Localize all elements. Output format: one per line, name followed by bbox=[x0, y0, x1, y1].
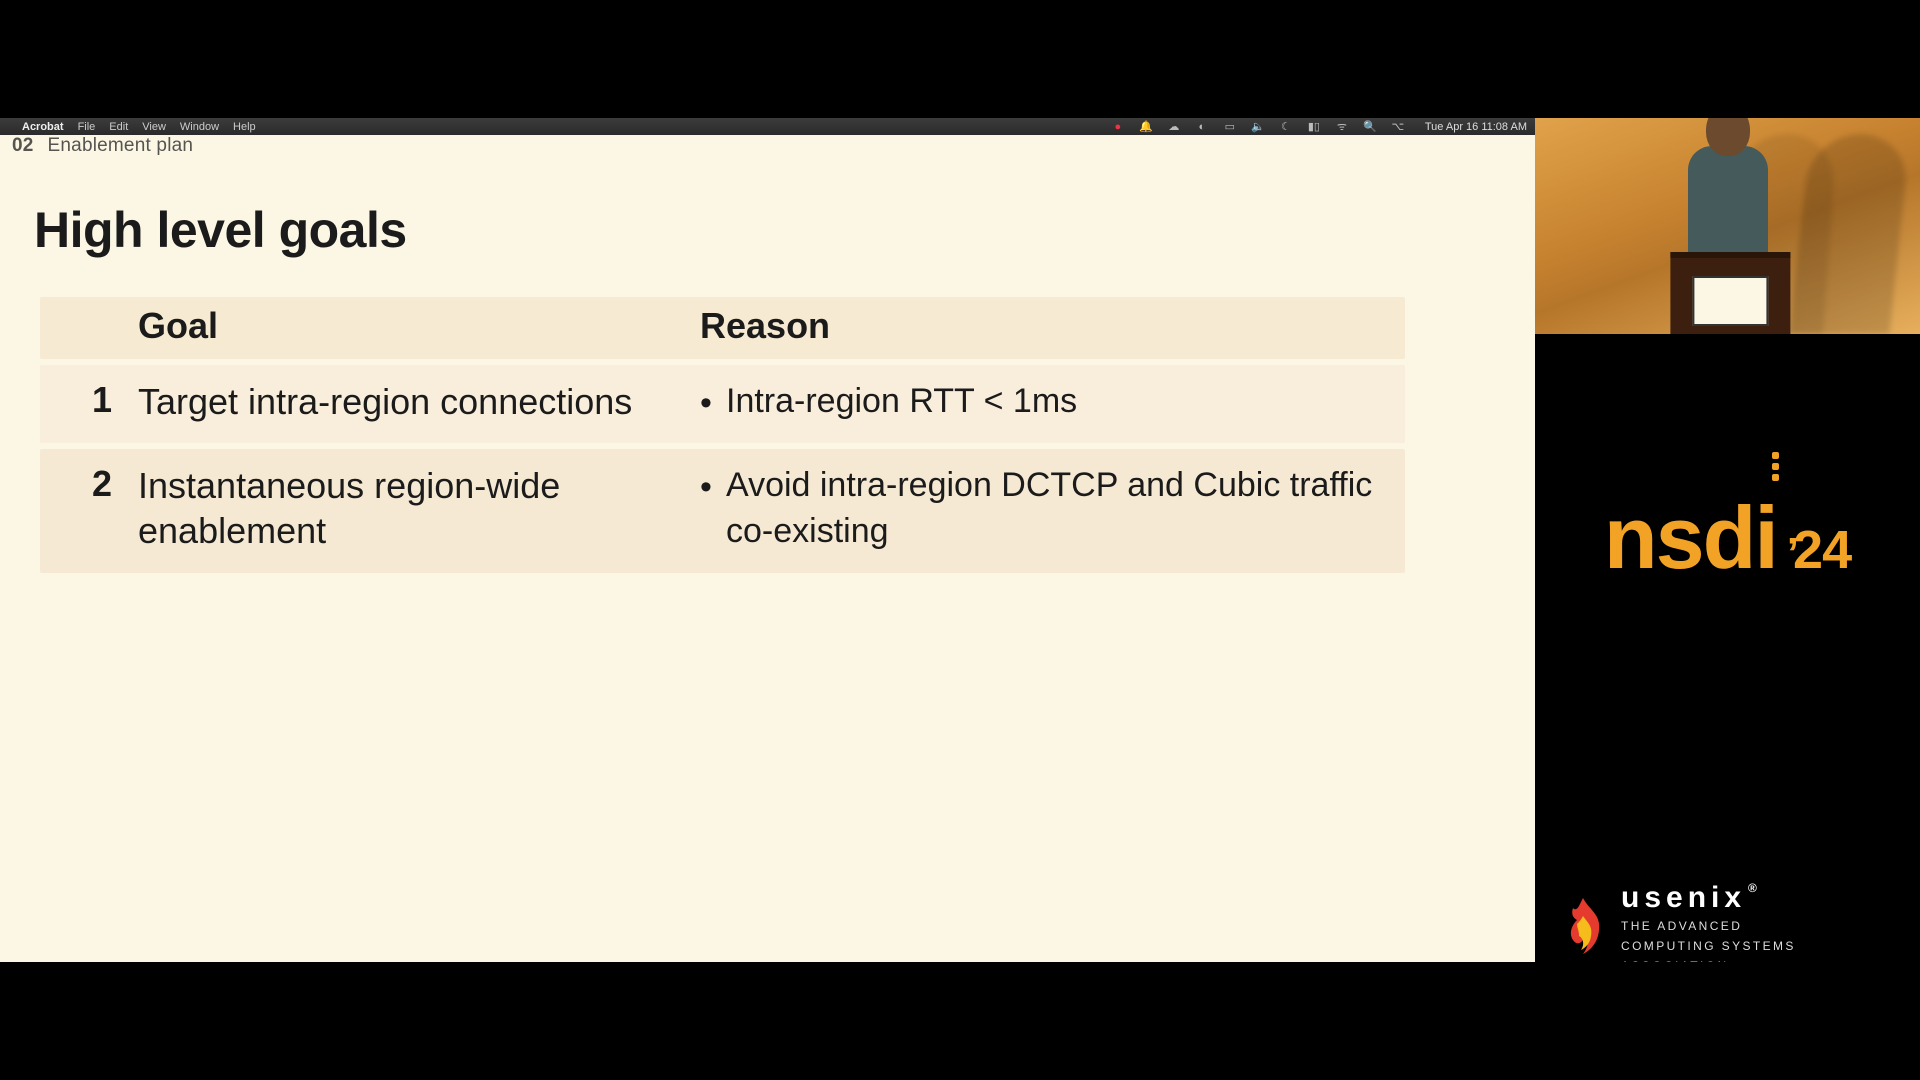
table-row-1-reason: Intra-region RTT < 1ms bbox=[700, 379, 1405, 425]
status-icon-battery[interactable]: ▮▯ bbox=[1307, 120, 1321, 134]
status-icon-dnd[interactable]: ☾ bbox=[1279, 120, 1293, 134]
breadcrumb-label: Enablement plan bbox=[48, 135, 194, 157]
slide-body: 02 Enablement plan High level goals Goal… bbox=[0, 135, 1535, 993]
menubar-clock[interactable]: Tue Apr 16 11:08 AM bbox=[1425, 121, 1527, 133]
status-icon-cloud[interactable]: ☁ bbox=[1167, 120, 1181, 134]
nsdi-word: nsdi bbox=[1604, 494, 1777, 582]
podium: nsdi’24 bbox=[1670, 252, 1790, 334]
menubar-edit[interactable]: Edit bbox=[109, 121, 128, 133]
nsdi-year: ’24 bbox=[1787, 523, 1851, 579]
mac-menubar: Acrobat File Edit View Window Help ● 🔔 ☁… bbox=[0, 118, 1535, 135]
menubar-file[interactable]: File bbox=[78, 121, 96, 133]
breadcrumb: 02 Enablement plan bbox=[12, 135, 193, 157]
menubar-help[interactable]: Help bbox=[233, 121, 256, 133]
status-icon-volume[interactable]: 🔈 bbox=[1251, 120, 1265, 134]
nsdi-i-dots-icon bbox=[1772, 452, 1779, 481]
status-icon-record[interactable]: ● bbox=[1111, 120, 1125, 134]
registered-icon: ® bbox=[1748, 881, 1762, 895]
usenix-text: usenix® THE ADVANCED COMPUTING SYSTEMS A… bbox=[1621, 881, 1796, 975]
table-header-row: Goal Reason bbox=[40, 297, 1405, 359]
table-row: 1 Target intra-region connections Intra-… bbox=[40, 365, 1405, 443]
usenix-flame-icon bbox=[1559, 896, 1607, 960]
content-row: Acrobat File Edit View Window Help ● 🔔 ☁… bbox=[0, 118, 1920, 993]
goals-table: Goal Reason 1 Target intra-region connec… bbox=[40, 297, 1405, 573]
nsdi-year-num: 24 bbox=[1793, 520, 1851, 580]
table-row: 2 Instantaneous region-wide enablement A… bbox=[40, 449, 1405, 573]
table-header-reason: Reason bbox=[700, 297, 1405, 359]
status-icon-search[interactable]: 🔍 bbox=[1363, 120, 1377, 134]
status-icon-github[interactable]: ◐ bbox=[1195, 120, 1209, 134]
table-header-goal: Goal bbox=[138, 297, 700, 359]
menubar-view[interactable]: View bbox=[142, 121, 166, 133]
table-row-2-goal: Instantaneous region-wide enablement bbox=[138, 463, 700, 555]
table-row-1-goal: Target intra-region connections bbox=[138, 379, 700, 425]
breadcrumb-index: 02 bbox=[12, 135, 34, 157]
status-icon-bell[interactable]: 🔔 bbox=[1139, 120, 1153, 134]
usenix-tagline-2: COMPUTING SYSTEMS bbox=[1621, 937, 1796, 955]
table-row-1-num: 1 bbox=[40, 379, 138, 425]
slide-strip: Acrobat File Edit View Window Help ● 🔔 ☁… bbox=[0, 118, 1535, 993]
usenix-brand-name: usenix® bbox=[1621, 881, 1796, 915]
letterbox-bottom bbox=[0, 962, 1920, 1080]
table-row-2-num: 2 bbox=[40, 463, 138, 555]
nsdi-logo: nsdi ’24 bbox=[1604, 494, 1851, 582]
usenix-tagline-1: THE ADVANCED bbox=[1621, 917, 1796, 935]
table-row-2-reason: Avoid intra-region DCTCP and Cubic traff… bbox=[700, 463, 1405, 555]
status-icon-control[interactable]: ⌥ bbox=[1391, 120, 1405, 134]
nsdi-word-text: nsdi bbox=[1604, 488, 1777, 587]
table-header-num bbox=[40, 297, 138, 359]
menubar-window[interactable]: Window bbox=[180, 121, 219, 133]
usenix-brand-word: usenix bbox=[1621, 881, 1746, 915]
podium-sign: nsdi’24 bbox=[1702, 286, 1757, 307]
letterbox-top bbox=[0, 0, 1920, 118]
status-icon-wifi[interactable]: ᯤ bbox=[1335, 120, 1349, 134]
brand-column: nsdi’24 nsdi ’24 usenix® bbox=[1535, 118, 1920, 993]
speaker-video-thumbnail: nsdi’24 bbox=[1535, 118, 1920, 334]
speaker-silhouette bbox=[1688, 146, 1768, 256]
status-icon-display[interactable]: ▭ bbox=[1223, 120, 1237, 134]
menubar-app-name[interactable]: Acrobat bbox=[22, 121, 64, 133]
page-title: High level goals bbox=[34, 201, 407, 259]
